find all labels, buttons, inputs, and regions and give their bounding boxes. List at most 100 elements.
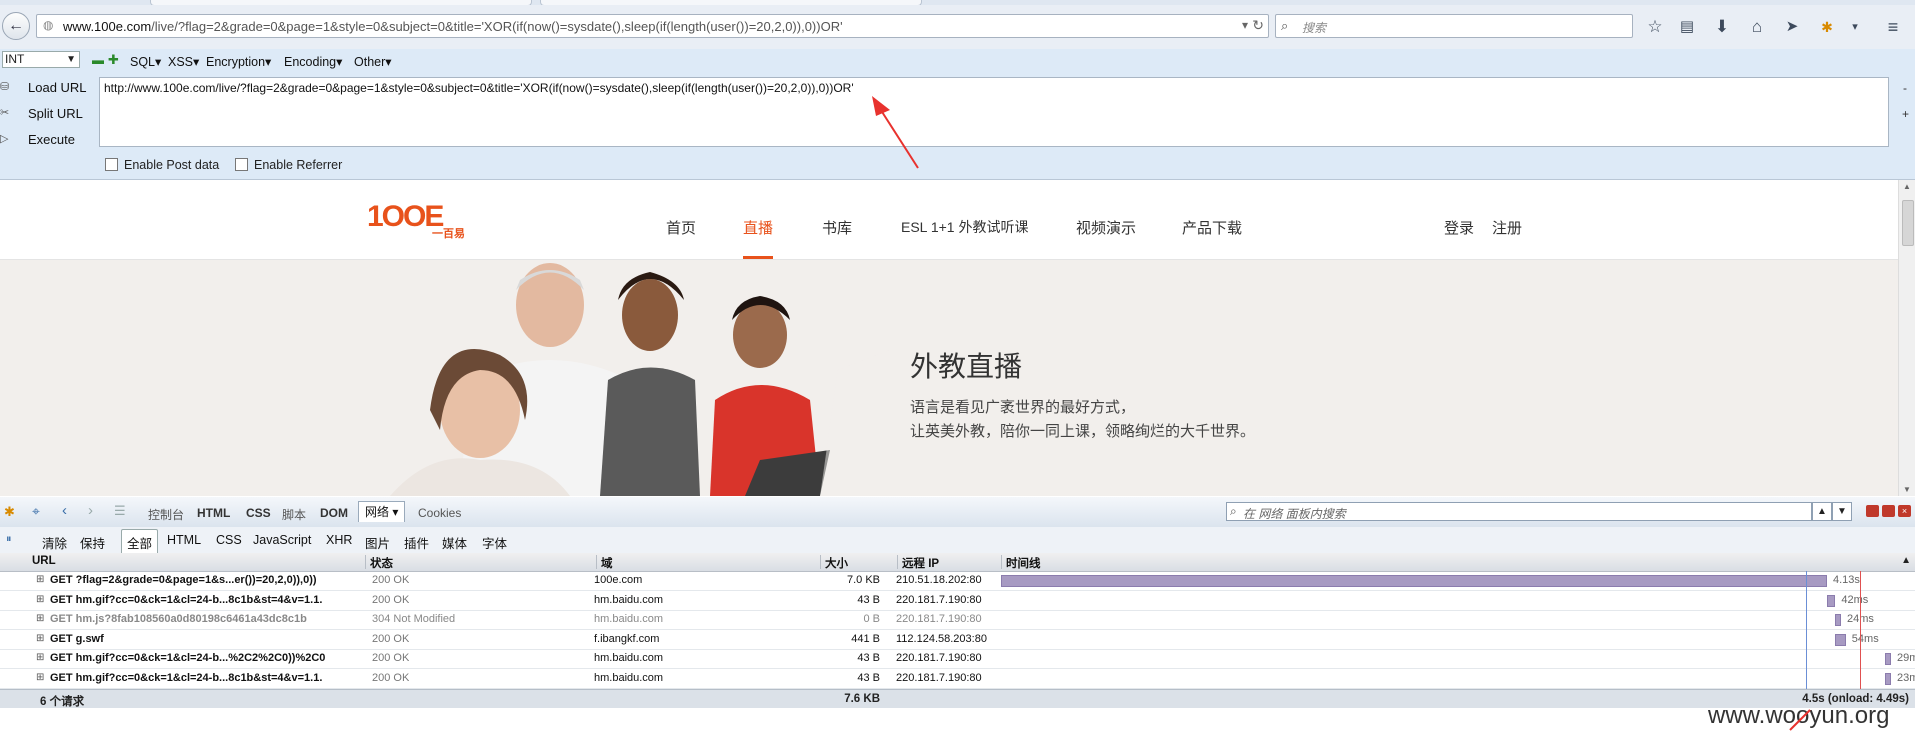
network-request-row[interactable]: ⊞ GET hm.gif?cc=0&ck=1&cl=24-b...%2C2%2C0… <box>0 649 1915 669</box>
filter-fonts[interactable]: 字体 <box>482 533 507 552</box>
url-textarea-value: http://www.100e.com/live/?flag=2&grade=0… <box>104 81 854 95</box>
expand-icon[interactable]: + <box>1902 107 1909 121</box>
menu-xss[interactable]: XSS▾ <box>168 54 199 69</box>
network-request-row[interactable]: ⊞ GET ?flag=2&grade=0&page=1&s...er())=20… <box>0 571 1915 591</box>
download-icon[interactable]: ⬇ <box>1711 17 1733 37</box>
chevron-down-icon[interactable]: ▾ <box>1844 17 1866 37</box>
address-host: www.100e.com <box>63 19 152 34</box>
dropdown-arrow-icon[interactable]: ▾ <box>1242 18 1248 32</box>
search-next-icon[interactable]: ▼ <box>1832 502 1852 521</box>
shrink-icon[interactable]: - <box>1903 81 1907 95</box>
expand-row-icon[interactable]: ⊞ <box>36 613 46 624</box>
forward-arrow-icon[interactable]: › <box>88 502 93 519</box>
type-select[interactable]: INT ▼ <box>2 51 80 68</box>
pause-icon[interactable]: ⏸ <box>6 533 12 546</box>
filter-css[interactable]: CSS <box>216 533 242 547</box>
menu-sql[interactable]: SQL▾ <box>130 54 161 69</box>
back-arrow-icon[interactable]: ‹ <box>62 502 67 519</box>
filter-persist[interactable]: 保持 <box>80 533 105 552</box>
network-request-row[interactable]: ⊞ GET hm.gif?cc=0&ck=1&cl=24-b...8c1b&st=… <box>0 669 1915 689</box>
split-url-button[interactable]: ✂ Split URL <box>0 106 95 122</box>
expand-row-icon[interactable]: ⊞ <box>36 594 46 605</box>
tab-html[interactable]: HTML <box>197 506 230 520</box>
nav-esl-trial[interactable]: ESL 1+1 外教试听课 <box>901 217 1028 237</box>
column-domain[interactable]: 域 <box>596 555 613 570</box>
expand-row-icon[interactable]: ⊞ <box>36 652 46 663</box>
minimize-icon[interactable] <box>1866 505 1879 517</box>
filter-all[interactable]: 全部 <box>121 529 159 556</box>
menu-encryption[interactable]: Encryption▾ <box>206 54 271 69</box>
nav-download[interactable]: 产品下载 <box>1182 217 1242 238</box>
tab-console[interactable]: 控制台 <box>148 506 184 523</box>
inspect-icon[interactable]: ⌖ <box>32 503 40 520</box>
request-size: 0 B <box>863 613 880 625</box>
timeline-bar <box>1001 575 1827 587</box>
filter-clear[interactable]: 清除 <box>42 533 67 552</box>
column-size[interactable]: 大小 <box>820 555 848 570</box>
expand-row-icon[interactable]: ⊞ <box>36 633 46 644</box>
request-size: 43 B <box>857 671 880 684</box>
back-button[interactable]: ← <box>2 12 30 40</box>
reading-list-icon[interactable]: ▤ <box>1676 17 1698 37</box>
home-icon[interactable]: ⌂ <box>1746 17 1768 37</box>
login-link[interactable]: 登录 <box>1444 217 1474 238</box>
search-prev-icon[interactable]: ▲ <box>1812 502 1832 521</box>
network-request-row[interactable]: ⊞ GET g.swf 200 OK f.ibangkf.com 441 B 112.12… <box>0 630 1915 650</box>
column-timeline[interactable]: 时间线 <box>1001 555 1041 570</box>
list-icon[interactable]: ☰ <box>114 503 126 519</box>
column-remote-ip[interactable]: 远程 IP <box>897 555 939 570</box>
filter-images[interactable]: 图片 <box>365 533 390 552</box>
tab-script[interactable]: 脚本 <box>282 506 306 523</box>
nav-video-demo[interactable]: 视频演示 <box>1076 217 1136 238</box>
firebug-icon[interactable]: ✱ <box>4 504 15 520</box>
menu-other[interactable]: Other▾ <box>354 54 392 69</box>
scroll-up-icon[interactable]: ▲ <box>1903 182 1911 191</box>
load-url-button[interactable]: ⛁ Load URL <box>0 80 95 96</box>
tab-dom[interactable]: DOM <box>320 506 348 520</box>
sort-icon[interactable]: ▲ <box>1901 555 1911 566</box>
register-link[interactable]: 注册 <box>1492 217 1522 238</box>
scrollbar-thumb[interactable] <box>1902 200 1914 246</box>
network-request-row[interactable]: ⊞ GET hm.gif?cc=0&ck=1&cl=24-b...8c1b&st=… <box>0 591 1915 611</box>
filter-xhr[interactable]: XHR <box>326 533 352 547</box>
enable-referrer-checkbox[interactable]: Enable Referrer <box>235 158 342 172</box>
request-time: 42ms <box>1841 593 1869 606</box>
detach-icon[interactable] <box>1882 505 1895 517</box>
tab-css[interactable]: CSS <box>246 506 271 520</box>
tab-cookies[interactable]: Cookies <box>418 506 461 520</box>
send-icon[interactable]: ➤ <box>1781 17 1803 37</box>
filter-media[interactable]: 媒体 <box>442 533 467 552</box>
execute-button[interactable]: ▷ Execute <box>0 132 95 148</box>
request-time: 54ms <box>1851 632 1879 645</box>
nav-library[interactable]: 书库 <box>822 217 852 238</box>
menu-encoding[interactable]: Encoding▾ <box>284 54 342 69</box>
nav-home[interactable]: 首页 <box>666 217 696 238</box>
menu-icon[interactable]: ≡ <box>1882 17 1904 37</box>
expand-row-icon[interactable]: ⊞ <box>36 574 46 585</box>
page-scrollbar[interactable]: ▲ ▼ <box>1898 180 1915 496</box>
column-status[interactable]: 状态 <box>365 555 393 570</box>
increase-icon[interactable]: ✚ <box>108 52 119 68</box>
url-textarea[interactable]: http://www.100e.com/live/?flag=2&grade=0… <box>99 77 1889 147</box>
filter-plugins[interactable]: 插件 <box>404 533 429 552</box>
hero-subtitle-2: 让英美外教，陪你一同上课，领略绚烂的大千世界。 <box>910 423 1256 440</box>
address-bar[interactable]: ◍ www.100e.com/live/?flag=2&grade=0&page… <box>36 14 1269 38</box>
expand-row-icon[interactable]: ⊞ <box>36 672 46 683</box>
decrease-icon[interactable]: ▬ <box>92 53 104 67</box>
address-text: www.100e.com/live/?flag=2&grade=0&page=1… <box>63 19 843 34</box>
bookmark-star-icon[interactable]: ☆ <box>1644 17 1666 37</box>
close-icon[interactable]: × <box>1898 505 1911 517</box>
firebug-icon[interactable]: ✱ <box>1816 17 1838 37</box>
request-url: GET g.swf <box>50 632 104 645</box>
filter-javascript[interactable]: JavaScript <box>253 533 311 547</box>
enable-post-checkbox[interactable]: Enable Post data <box>105 158 219 172</box>
scroll-down-icon[interactable]: ▼ <box>1903 485 1911 494</box>
search-box[interactable]: ⌕ 搜索 <box>1275 14 1633 38</box>
network-search-input[interactable]: ⌕ 在 网络 面板内搜索 <box>1226 502 1812 521</box>
column-url[interactable]: URL <box>28 555 56 569</box>
filter-html[interactable]: HTML <box>167 533 201 547</box>
tab-network[interactable]: 网络 ▾ <box>358 501 406 522</box>
reload-icon[interactable]: ↻ <box>1252 17 1264 34</box>
network-request-row[interactable]: ⊞ GET hm.js?8fab108560a0d80198c6461a43dc8… <box>0 610 1915 630</box>
nav-live[interactable]: 直播 <box>743 217 773 238</box>
